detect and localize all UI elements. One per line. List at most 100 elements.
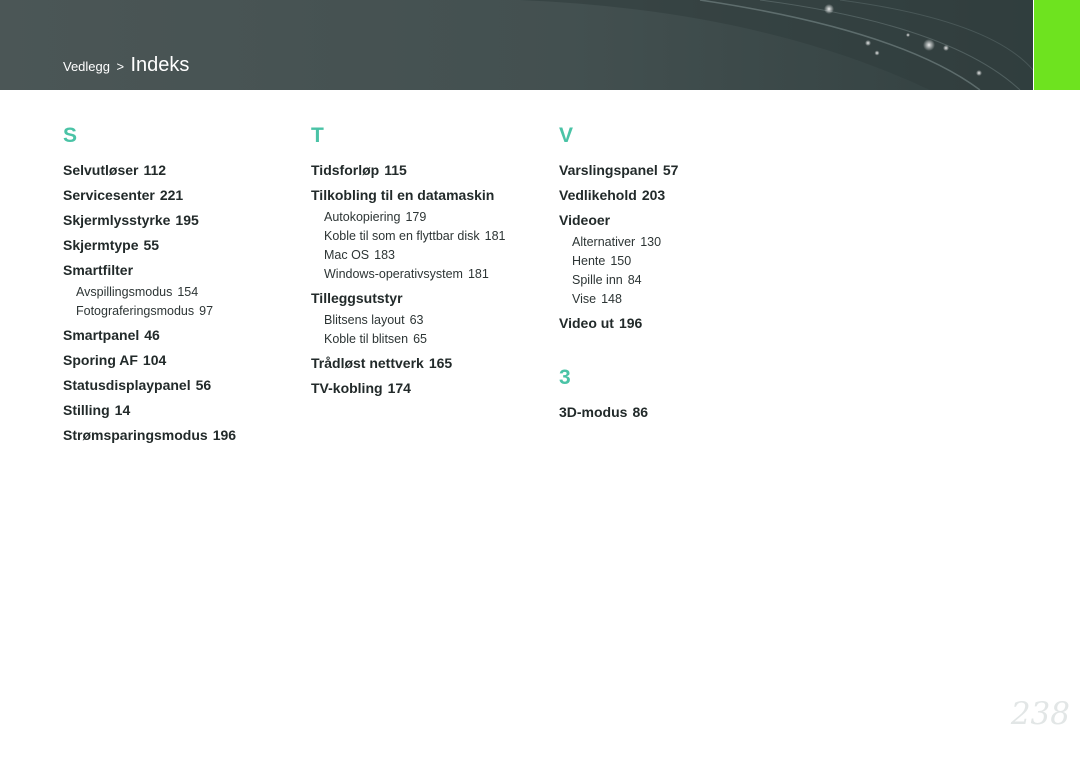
entry-label: 3D-modus [559, 404, 628, 420]
index-subentry: Hente 150 [559, 252, 799, 271]
entry-page: 56 [195, 377, 212, 393]
entry-page: 179 [405, 210, 427, 224]
entry-page: 196 [618, 315, 643, 331]
entry-page: 203 [641, 187, 666, 203]
index-entry: Selvutløser 112 [63, 158, 303, 183]
entry-label: Vise [572, 292, 597, 306]
page-number: 238 [1010, 696, 1070, 732]
index-subentry: Blitsens layout 63 [311, 311, 551, 330]
index-entry: Tilleggsutstyr [311, 286, 551, 311]
entry-label: Hente [572, 254, 606, 268]
entry-label: Varslingspanel [559, 162, 658, 178]
index-entry: Tilkobling til en datamaskin [311, 183, 551, 208]
entry-page: 55 [143, 237, 160, 253]
entry-label: Tidsforløp [311, 162, 380, 178]
entry-label: Smartfilter [63, 262, 134, 278]
entry-page: 57 [662, 162, 679, 178]
entry-label: Autokopiering [324, 210, 401, 224]
chapter-tab [1034, 0, 1080, 90]
entry-label: Koble til som en flyttbar disk [324, 229, 480, 243]
entry-label: Selvutløser [63, 162, 139, 178]
entry-label: Skjermtype [63, 237, 139, 253]
entry-page: 165 [428, 355, 453, 371]
index-entry: Strømsparingsmodus 196 [63, 423, 303, 448]
index-entry: 3D-modus 86 [559, 400, 799, 425]
index-letter-t: T [311, 124, 324, 147]
entry-page: 46 [144, 327, 160, 343]
index-subentry: Mac OS 183 [311, 246, 551, 265]
entry-page: 86 [632, 404, 649, 420]
entry-page: 112 [143, 162, 167, 178]
entry-page: 84 [627, 273, 642, 287]
index-entry: TV-kobling 174 [311, 376, 551, 401]
entry-label: Avspillingsmodus [76, 285, 173, 299]
entry-page: 104 [142, 352, 167, 368]
index-entry: Trådløst nettverk 165 [311, 351, 551, 376]
index-entry: Servicesenter 221 [63, 183, 303, 208]
index-subentry: Koble til blitsen 65 [311, 330, 551, 349]
entry-label: Windows-operativsystem [324, 267, 463, 281]
entry-page: 181 [484, 229, 506, 243]
index-entry: Stilling 14 [63, 398, 303, 423]
entry-label: Smartpanel [63, 327, 140, 343]
index-column-s: S Selvutløser 112 Servicesenter 221 Skjerm… [63, 122, 303, 448]
entry-label: Skjermlysstyrke [63, 212, 171, 228]
index-entry: Sporing AF 104 [63, 348, 303, 373]
breadcrumb-separator: > [116, 59, 125, 74]
entry-label: Strømsparingsmodus [63, 427, 208, 443]
index-entry: Tidsforløp 115 [311, 158, 551, 183]
index-subentry: Vise 148 [559, 290, 799, 309]
index-letter-s: S [63, 124, 78, 147]
entry-page: 195 [175, 212, 199, 228]
entry-label: Videoer [559, 212, 611, 228]
index-column-v: V Varslingspanel 57 Vedlikehold 203 Videoe… [559, 122, 799, 425]
entry-label: TV-kobling [311, 380, 383, 396]
entry-label: Tilleggsutstyr [311, 290, 403, 306]
index-subentry: Avspillingsmodus 154 [63, 283, 303, 302]
entry-page: 196 [212, 427, 237, 443]
entry-page: 97 [199, 304, 214, 318]
entry-page: 130 [640, 235, 662, 249]
index-entry: Smartfilter [63, 258, 303, 283]
entry-label: Mac OS [324, 248, 370, 262]
entry-label: Tilkobling til en datamaskin [311, 187, 495, 203]
entry-page: 181 [467, 267, 489, 281]
index-entry: Video ut 196 [559, 311, 799, 336]
entry-page: 148 [601, 292, 622, 306]
entry-label: Koble til blitsen [324, 332, 409, 346]
entry-page: 221 [159, 187, 184, 203]
entry-page: 63 [409, 313, 424, 327]
breadcrumb-parent[interactable]: Vedlegg [63, 59, 110, 74]
index-subentry: Windows-operativsystem 181 [311, 265, 551, 284]
entry-label: Trådløst nettverk [311, 355, 424, 371]
index-subentry: Alternativer 130 [559, 233, 799, 252]
index-entry: Vedlikehold 203 [559, 183, 799, 208]
index-subentry: Koble til som en flyttbar disk 181 [311, 227, 551, 246]
entry-page: 183 [374, 248, 396, 262]
index-entry: Skjermlysstyrke 195 [63, 208, 303, 233]
breadcrumb-current: Indeks [130, 54, 190, 76]
index-entry: Videoer [559, 208, 799, 233]
entry-label: Stilling [63, 402, 110, 418]
page-header: Vedlegg > Indeks [0, 0, 1033, 90]
index-entry: Smartpanel 46 [63, 323, 303, 348]
entry-page: 154 [177, 285, 199, 299]
index-entry: Skjermtype 55 [63, 233, 303, 258]
index-subentry: Spille inn 84 [559, 271, 799, 290]
entry-label: Vedlikehold [559, 187, 637, 203]
entry-label: Spille inn [572, 273, 623, 287]
entry-page: 174 [387, 380, 411, 396]
entry-page: 150 [610, 254, 632, 268]
index-entry: Statusdisplaypanel 56 [63, 373, 303, 398]
index-subentry: Autokopiering 179 [311, 208, 551, 227]
entry-label: Blitsens layout [324, 313, 405, 327]
entry-label: Video ut [559, 315, 614, 331]
index-letter-3: 3 [559, 366, 571, 389]
index-entry: Varslingspanel 57 [559, 158, 799, 183]
breadcrumb: Vedlegg > Indeks [63, 54, 189, 77]
entry-label: Fotograferingsmodus [76, 304, 195, 318]
index-subentry: Fotograferingsmodus 97 [63, 302, 303, 321]
entry-page: 115 [384, 162, 407, 178]
index-letter-v: V [559, 124, 574, 147]
entry-label: Statusdisplaypanel [63, 377, 191, 393]
